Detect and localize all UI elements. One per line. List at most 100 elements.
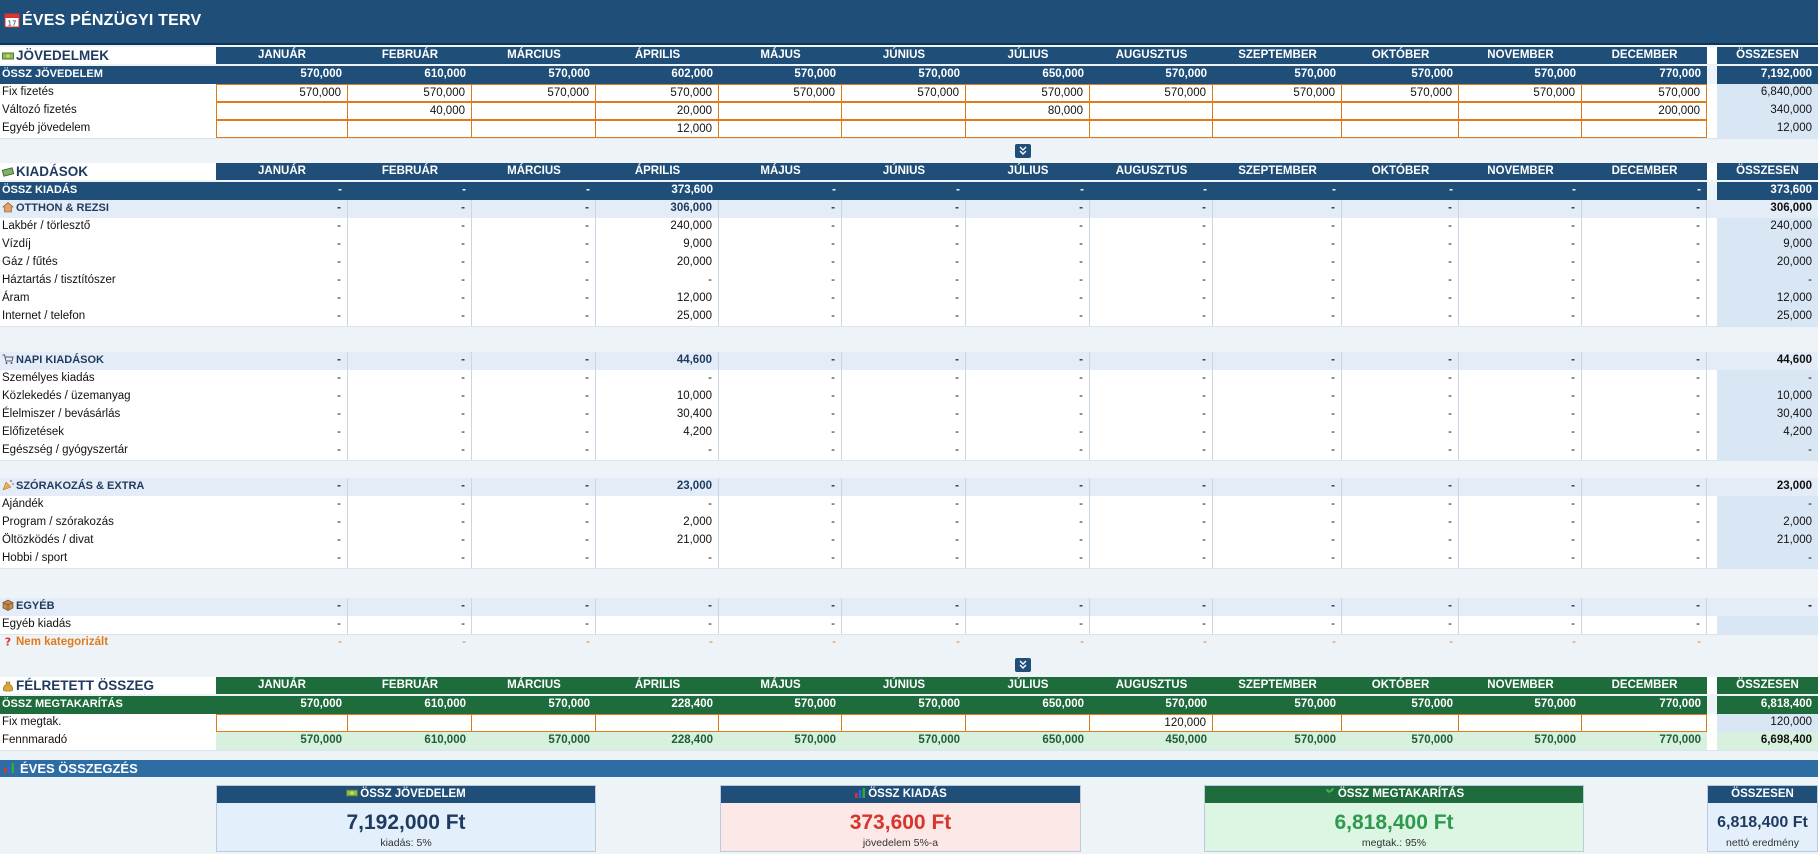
expense-group-row: OTTHON & REZSI - - -306,000- - - - - - - -306,000 bbox=[0, 200, 1818, 219]
savings-input-cell[interactable] bbox=[842, 714, 966, 732]
income-input-cell[interactable] bbox=[216, 120, 348, 138]
income-input-cell[interactable] bbox=[966, 120, 1090, 138]
total-cell: 340,000 bbox=[1717, 102, 1818, 120]
income-input-cell[interactable]: 570,000 bbox=[1090, 84, 1213, 102]
expense-value-cell: - bbox=[1342, 514, 1459, 532]
savings-sum-value: 650,000 bbox=[1042, 698, 1084, 710]
income-input-cell[interactable]: 570,000 bbox=[1213, 84, 1342, 102]
savings-input-cell[interactable] bbox=[1459, 714, 1582, 732]
group-value-cell: - bbox=[719, 598, 842, 616]
income-input-cell[interactable]: 12,000 bbox=[596, 120, 719, 138]
income-sum-value: 570,000 bbox=[794, 68, 836, 80]
cart-icon bbox=[2, 354, 14, 364]
savings-input-cell[interactable] bbox=[472, 714, 596, 732]
savings-input-cell[interactable] bbox=[1582, 714, 1707, 732]
expense-value-cell: - bbox=[1090, 388, 1213, 406]
income-input-cell[interactable]: 570,000 bbox=[596, 84, 719, 102]
month-header: NOVEMBER bbox=[1487, 165, 1554, 177]
expense-group-label: NAPI KIADÁSOK bbox=[0, 352, 216, 370]
expense-value-cell: - bbox=[719, 550, 842, 568]
income-input-cell[interactable]: 40,000 bbox=[348, 102, 472, 120]
expense-row-label: Program / szórakozás bbox=[0, 514, 216, 532]
savings-input-cell[interactable] bbox=[596, 714, 719, 732]
expense-value-cell: - bbox=[348, 370, 472, 388]
income-input-cell[interactable]: 570,000 bbox=[719, 84, 842, 102]
expense-value-cell: - bbox=[1582, 290, 1707, 308]
income-input-cell[interactable] bbox=[1090, 102, 1213, 120]
expense-value-cell: - bbox=[216, 254, 348, 272]
income-input-cell[interactable]: 570,000 bbox=[842, 84, 966, 102]
total-expense-card-title: ÖSSZ KIADÁS bbox=[721, 786, 1080, 803]
income-input-cell[interactable] bbox=[1213, 102, 1342, 120]
expense-value-cell: - bbox=[842, 616, 966, 634]
savings-input-cell[interactable] bbox=[1342, 714, 1459, 732]
expand-arrow-button[interactable] bbox=[1015, 658, 1031, 672]
savings-input-cell[interactable] bbox=[719, 714, 842, 732]
income-input-cell[interactable] bbox=[842, 102, 966, 120]
expense-value-cell: - bbox=[472, 514, 596, 532]
expense-value-cell: - bbox=[596, 442, 719, 460]
expense-value-cell: - bbox=[1342, 370, 1459, 388]
income-input-cell[interactable] bbox=[216, 102, 348, 120]
income-input-cell[interactable] bbox=[348, 120, 472, 138]
income-input-cell[interactable]: 570,000 bbox=[966, 84, 1090, 102]
total-cell: 6,840,000 bbox=[1717, 84, 1818, 102]
summary-section-band: ÉVES ÖSSZEGZÉS bbox=[0, 760, 1818, 777]
income-input-cell[interactable]: 570,000 bbox=[1459, 84, 1582, 102]
expense-value-cell: - bbox=[1342, 308, 1459, 326]
expense-group-label: EGYÉB bbox=[0, 598, 216, 616]
expand-arrow-button[interactable] bbox=[1015, 144, 1031, 158]
expense-group-label-text: EGYÉB bbox=[16, 600, 55, 612]
money-icon bbox=[346, 789, 359, 797]
savings-input-cell[interactable] bbox=[1213, 714, 1342, 732]
income-input-cell[interactable]: 20,000 bbox=[596, 102, 719, 120]
income-input-cell[interactable]: 80,000 bbox=[966, 102, 1090, 120]
expense-value-cell: - bbox=[1213, 218, 1342, 236]
expense-value-cell: - bbox=[216, 406, 348, 424]
savings-input-cell[interactable] bbox=[348, 714, 472, 732]
income-input-cell[interactable] bbox=[719, 120, 842, 138]
income-input-cell[interactable]: 570,000 bbox=[1342, 84, 1459, 102]
expense-value-cell: - bbox=[216, 424, 348, 442]
expense-value-cell: - bbox=[472, 532, 596, 550]
savings-input-cell[interactable]: 120,000 bbox=[1090, 714, 1213, 732]
expense-value-cell: - bbox=[1213, 424, 1342, 442]
income-input-cell[interactable]: 570,000 bbox=[1582, 84, 1707, 102]
income-input-cell[interactable] bbox=[842, 120, 966, 138]
income-sum-value: 570,000 bbox=[300, 68, 342, 80]
expense-value-cell: - bbox=[1459, 388, 1582, 406]
income-input-cell[interactable] bbox=[1582, 120, 1707, 138]
expense-value-cell: - bbox=[472, 272, 596, 290]
income-input-cell[interactable]: 570,000 bbox=[216, 84, 348, 102]
expense-value-cell: - bbox=[842, 370, 966, 388]
income-input-cell[interactable] bbox=[1342, 102, 1459, 120]
expense-row-label: Egyéb kiadás bbox=[0, 616, 216, 634]
uncategorized-value: - bbox=[1332, 636, 1336, 648]
expense-value-cell: - bbox=[1342, 272, 1459, 290]
income-input-cell[interactable]: 200,000 bbox=[1582, 102, 1707, 120]
income-input-cell[interactable] bbox=[1342, 120, 1459, 138]
income-input-cell[interactable] bbox=[472, 102, 596, 120]
income-input-cell[interactable] bbox=[1213, 120, 1342, 138]
income-sum-value: 570,000 bbox=[1294, 68, 1336, 80]
remaining-value-cell: 570,000 bbox=[1213, 732, 1342, 750]
income-input-cell[interactable] bbox=[719, 102, 842, 120]
income-input-cell[interactable] bbox=[1459, 102, 1582, 120]
expense-value-cell: - bbox=[1342, 442, 1459, 460]
expense-row-label: Öltözködés / divat bbox=[0, 532, 216, 550]
expense-value-cell: - bbox=[719, 254, 842, 272]
expense-value-cell: - bbox=[348, 424, 472, 442]
expense-value-cell: 30,400 bbox=[596, 406, 719, 424]
expense-value-cell: - bbox=[1459, 236, 1582, 254]
income-input-cell[interactable] bbox=[1459, 120, 1582, 138]
expense-group-label-text: OTTHON & REZSI bbox=[16, 202, 109, 214]
income-input-cell[interactable] bbox=[1090, 120, 1213, 138]
income-input-cell[interactable]: 570,000 bbox=[348, 84, 472, 102]
income-input-cell[interactable]: 570,000 bbox=[472, 84, 596, 102]
savings-input-cell[interactable] bbox=[966, 714, 1090, 732]
expense-row-label: Egészség / gyógyszertár bbox=[0, 442, 216, 460]
savings-input-cell[interactable] bbox=[216, 714, 348, 732]
month-header: DECEMBER bbox=[1611, 679, 1678, 691]
income-input-cell[interactable] bbox=[472, 120, 596, 138]
expense-row: Ajándék - - - - - - - - - - - - - bbox=[0, 496, 1818, 515]
